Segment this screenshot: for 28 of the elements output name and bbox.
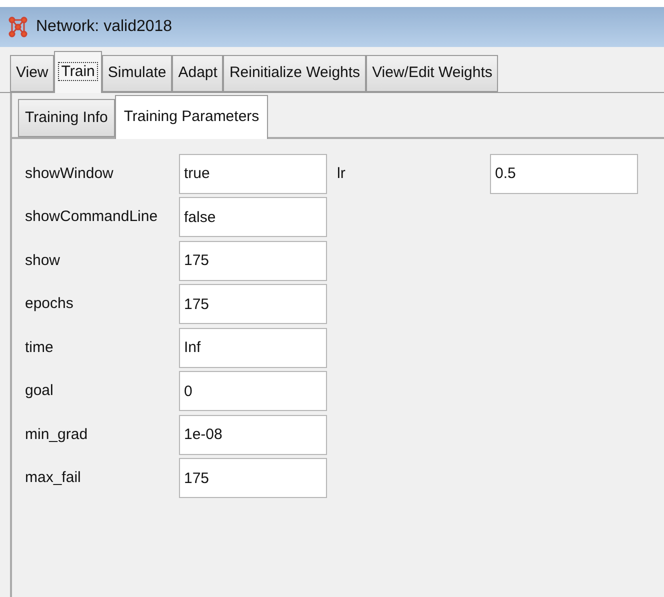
- tab[interactable]: Reinitialize Weights: [223, 55, 366, 92]
- parameter-field[interactable]: 175: [179, 458, 327, 498]
- parameter-label: lr: [337, 164, 346, 184]
- tab[interactable]: Simulate: [102, 55, 172, 92]
- network-icon: [8, 16, 28, 38]
- parameter-field[interactable]: 175: [179, 240, 327, 281]
- parameter-label: showCommandLine: [25, 207, 159, 227]
- tab[interactable]: Adapt: [172, 55, 224, 92]
- tab[interactable]: View: [10, 55, 54, 92]
- parameter-label: max_fail: [25, 468, 82, 488]
- parameter-field[interactable]: Inf: [179, 328, 327, 368]
- parameter-field[interactable]: 175: [179, 284, 327, 324]
- parameter-field[interactable]: false: [179, 197, 327, 238]
- parameter-label: time: [25, 338, 54, 358]
- parameter-label: epochs: [25, 294, 74, 314]
- tab[interactable]: Train: [54, 51, 102, 93]
- parameter-label: goal: [25, 381, 54, 401]
- parameter-field[interactable]: 0.5: [490, 154, 638, 194]
- parameter-label: min_grad: [25, 424, 89, 444]
- parameter-field[interactable]: true: [179, 154, 327, 194]
- parameter-label: show: [25, 250, 62, 270]
- tab[interactable]: Training Parameters: [114, 95, 268, 139]
- parameter-field[interactable]: 1e-08: [179, 414, 327, 455]
- parameter-field[interactable]: 0: [179, 371, 327, 412]
- tab[interactable]: View/Edit Weights: [366, 55, 498, 92]
- window-title: Network: valid2018: [36, 17, 172, 37]
- tab[interactable]: Training Info: [18, 99, 115, 137]
- parameter-label: showWindow: [25, 164, 114, 184]
